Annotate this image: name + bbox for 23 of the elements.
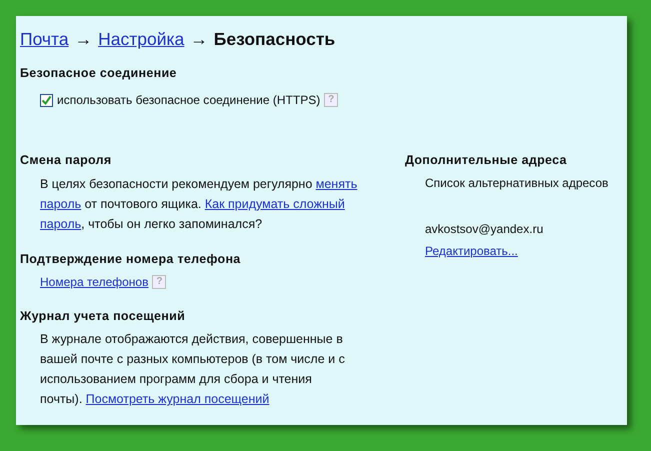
section-heading: Журнал учета посещений bbox=[20, 308, 186, 325]
paragraph-text: В целях безопасности рекомендуем регулярно менять пароль от почтового ящика. Как придумать сложный пароль, чтобы он легко запоминался? bbox=[40, 176, 358, 233]
breadcrumb-link[interactable]: Настройка bbox=[98, 26, 184, 52]
text-link[interactable]: Посмотреть журнал посещений bbox=[86, 392, 270, 406]
section-heading: Безопасное соединение bbox=[20, 65, 177, 82]
description-text: Список альтернативных адресов bbox=[425, 176, 608, 190]
text-link[interactable]: менять bbox=[316, 176, 358, 191]
section-heading: Дополнительные адреса bbox=[405, 152, 567, 169]
breadcrumb-link[interactable]: Почта bbox=[20, 26, 69, 52]
edit-link[interactable]: Редактировать... bbox=[425, 244, 518, 258]
checkbox-label: использовать безопасное соединение (HTTPS) bbox=[57, 92, 320, 109]
email-address: avkostsov@yandex.ru bbox=[425, 222, 544, 236]
section-heading: Подтверждение номера телефона bbox=[20, 250, 241, 268]
phone-numbers-link[interactable]: Номера телефонов bbox=[40, 272, 148, 290]
checkbox[interactable] bbox=[40, 94, 53, 106]
text-link[interactable]: пароль bbox=[40, 216, 82, 231]
paragraph-text: В журнале отображаются действия, совершенные в вашей почте с разных компьютеров (в том числе и с использованием программ для сбора и чтения почты). Посмотреть журнал посещений bbox=[40, 331, 345, 408]
breadcrumb-separator: → bbox=[190, 28, 208, 51]
section-heading: Смена пароля bbox=[20, 152, 112, 169]
page-title: Безопасность bbox=[214, 28, 336, 51]
breadcrumb-separator: → bbox=[74, 28, 92, 51]
text-link[interactable]: Как придумать сложный bbox=[204, 196, 345, 211]
text-link[interactable]: пароль bbox=[40, 196, 82, 211]
